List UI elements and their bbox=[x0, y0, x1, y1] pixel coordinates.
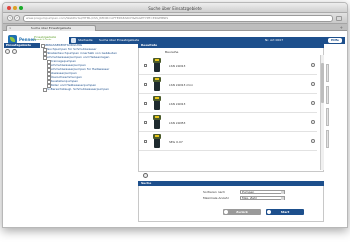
zoom-icon[interactable] bbox=[5, 49, 10, 54]
go-icon bbox=[267, 210, 271, 214]
pump-name[interactable]: LSN LSN13 bbox=[169, 102, 185, 106]
max-count-label: Maximale Anzahl bbox=[203, 196, 229, 200]
pump-image bbox=[153, 134, 161, 149]
tab-label: Suche über Einsatzgebiete bbox=[30, 26, 72, 30]
side-tab[interactable] bbox=[326, 108, 329, 126]
title-bar: Suche über Einsatzgebiete bbox=[3, 3, 347, 13]
row-radio[interactable] bbox=[311, 63, 315, 67]
result-row[interactable]: LSN LSN13 bbox=[139, 94, 317, 113]
main-content: Resultate Baureihe LSN LSN13 LSN LSN13 m… bbox=[138, 43, 344, 223]
results-scrollbar[interactable] bbox=[320, 55, 324, 170]
refresh-icon[interactable] bbox=[143, 173, 148, 178]
row-checkbox[interactable] bbox=[144, 121, 147, 124]
row-checkbox[interactable] bbox=[144, 83, 147, 86]
back-arrow-icon[interactable]: ‹ bbox=[7, 15, 13, 21]
row-checkbox[interactable] bbox=[144, 140, 147, 143]
pump-name[interactable]: LSN LSN13 mini bbox=[169, 83, 193, 87]
result-row[interactable]: SEG 0.07 bbox=[139, 132, 317, 151]
row-radio[interactable] bbox=[311, 139, 315, 143]
row-radio[interactable] bbox=[311, 120, 315, 124]
sort-select[interactable]: Pumpen bbox=[240, 190, 285, 194]
pump-image bbox=[153, 115, 161, 130]
scrollbar-thumb[interactable] bbox=[321, 63, 324, 103]
bookmark-icon[interactable] bbox=[336, 16, 342, 21]
logo-tagline-2: Auswahl & Suche bbox=[34, 39, 52, 41]
reset-button[interactable]: Zurück bbox=[223, 209, 261, 215]
column-header: Baureihe bbox=[165, 50, 179, 54]
row-checkbox[interactable] bbox=[144, 64, 147, 67]
pump-name[interactable]: SEG 0.07 bbox=[169, 140, 183, 144]
side-tab[interactable] bbox=[326, 130, 329, 148]
new-tab-icon[interactable]: + bbox=[340, 25, 343, 30]
side-tab[interactable] bbox=[326, 86, 329, 104]
results-list: Baureihe LSN LSN13 LSN LSN13 mini LSN LS… bbox=[138, 48, 324, 178]
print-icon[interactable] bbox=[12, 49, 17, 54]
pump-image bbox=[153, 96, 161, 111]
window-title: Suche über Einsatzgebiete bbox=[148, 6, 202, 11]
side-tab[interactable] bbox=[326, 64, 329, 82]
tab-bar: × Suche über Einsatzgebiete + bbox=[3, 24, 347, 31]
pump-name[interactable]: LSN LSN13 bbox=[169, 64, 185, 68]
browser-toolbar: ‹ › www.pregumpumpen.com/WebPortal/HTML/… bbox=[3, 13, 347, 24]
row-radio[interactable] bbox=[311, 82, 315, 86]
start-button[interactable]: Start bbox=[266, 209, 304, 215]
max-count-select[interactable]: Max. Zahl bbox=[240, 196, 285, 200]
row-checkbox[interactable] bbox=[144, 102, 147, 105]
result-row[interactable]: LSN LSN13 bbox=[139, 56, 317, 75]
pump-image bbox=[153, 77, 161, 92]
result-row[interactable]: LSN LSN53 bbox=[139, 113, 317, 132]
result-row[interactable]: LSN LSN13 mini bbox=[139, 75, 317, 94]
pump-image bbox=[153, 58, 161, 73]
search-form: Suche Sortieren nach Pumpen Maximale Anz… bbox=[138, 181, 324, 223]
pump-name[interactable]: LSN LSN53 bbox=[169, 121, 185, 125]
address-bar[interactable]: www.pregumpumpen.com/WebPortal/HTML/CSS_… bbox=[23, 15, 333, 22]
reset-icon bbox=[224, 210, 228, 214]
sidebar: Einsatzgebiete ABWASSERENTSORGUNG Tauchp… bbox=[4, 43, 133, 223]
sidebar-header: Einsatzgebiete bbox=[4, 43, 40, 48]
sort-label: Sortieren nach bbox=[203, 190, 225, 194]
search-form-body: Sortieren nach Pumpen Maximale Anzahl Ma… bbox=[138, 186, 324, 222]
row-radio[interactable] bbox=[311, 101, 315, 105]
forward-arrow-icon[interactable]: › bbox=[14, 15, 20, 21]
tree-item[interactable]: Ex-Bereichstaugl. Schmutzwasserpumpen bbox=[43, 87, 109, 92]
